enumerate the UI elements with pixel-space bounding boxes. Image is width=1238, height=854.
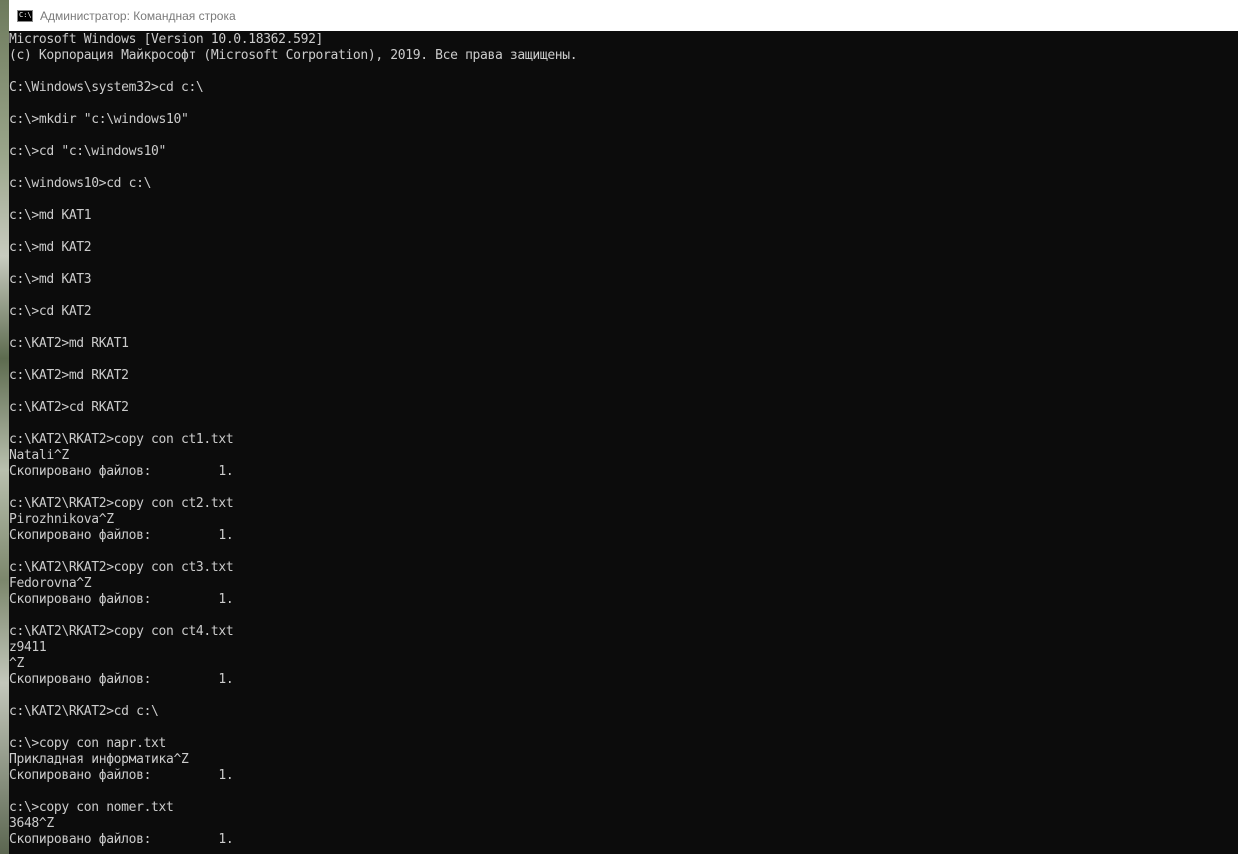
console-line: Прикладная информатика^Z xyxy=(9,752,189,767)
console-line: Скопировано файлов: 1. xyxy=(9,592,234,607)
console-line: c:\KAT2\RKAT2>cd c:\ xyxy=(9,704,159,719)
command-prompt-window[interactable]: Администратор: Командная строка Microsof… xyxy=(9,0,1238,854)
console-line: Natali^Z xyxy=(9,448,69,463)
console-line: c:\KAT2\RKAT2>copy con ct1.txt xyxy=(9,432,234,447)
console-line: Скопировано файлов: 1. xyxy=(9,832,234,847)
console-output[interactable]: Microsoft Windows [Version 10.0.18362.59… xyxy=(9,32,1238,854)
desktop-background-strip xyxy=(0,0,9,854)
console-line: Скопировано файлов: 1. xyxy=(9,464,234,479)
console-line: c:\>copy con napr.txt xyxy=(9,736,167,751)
console-line: 3648^Z xyxy=(9,816,54,831)
console-line: c:\>copy con nomer.txt xyxy=(9,800,174,815)
console-line: c:\>cd KAT2 xyxy=(9,304,92,319)
console-line: c:\KAT2\RKAT2>copy con ct3.txt xyxy=(9,560,234,575)
console-line: c:\>md KAT3 xyxy=(9,272,92,287)
console-line: c:\KAT2>md RKAT1 xyxy=(9,336,129,351)
console-line: c:\>cd "c:\windows10" xyxy=(9,144,167,159)
console-line: Fedorovna^Z xyxy=(9,576,92,591)
console-line: (c) Корпорация Майкрософт (Microsoft Cor… xyxy=(9,48,578,63)
console-line: c:\>mkdir "c:\windows10" xyxy=(9,112,189,127)
console-line: c:\windows10>cd c:\ xyxy=(9,176,152,191)
console-line: c:\KAT2\RKAT2>copy con ct2.txt xyxy=(9,496,234,511)
console-line: Pirozhnikova^Z xyxy=(9,512,114,527)
console-line: Скопировано файлов: 1. xyxy=(9,672,234,687)
window-titlebar[interactable]: Администратор: Командная строка xyxy=(9,0,1238,31)
console-line: Скопировано файлов: 1. xyxy=(9,528,234,543)
console-line: C:\Windows\system32>cd c:\ xyxy=(9,80,204,95)
console-line: c:\KAT2\RKAT2>copy con ct4.txt xyxy=(9,624,234,639)
console-line: c:\KAT2>md RKAT2 xyxy=(9,368,129,383)
console-line: Microsoft Windows [Version 10.0.18362.59… xyxy=(9,32,324,47)
console-line: c:\KAT2>cd RKAT2 xyxy=(9,400,129,415)
console-line: Скопировано файлов: 1. xyxy=(9,768,234,783)
window-title: Администратор: Командная строка xyxy=(40,8,236,23)
console-line: c:\>md KAT2 xyxy=(9,240,92,255)
console-line: ^Z xyxy=(9,656,24,671)
cmd-icon xyxy=(17,9,33,22)
console-line: c:\>md KAT1 xyxy=(9,208,92,223)
console-line: z9411 xyxy=(9,640,47,655)
